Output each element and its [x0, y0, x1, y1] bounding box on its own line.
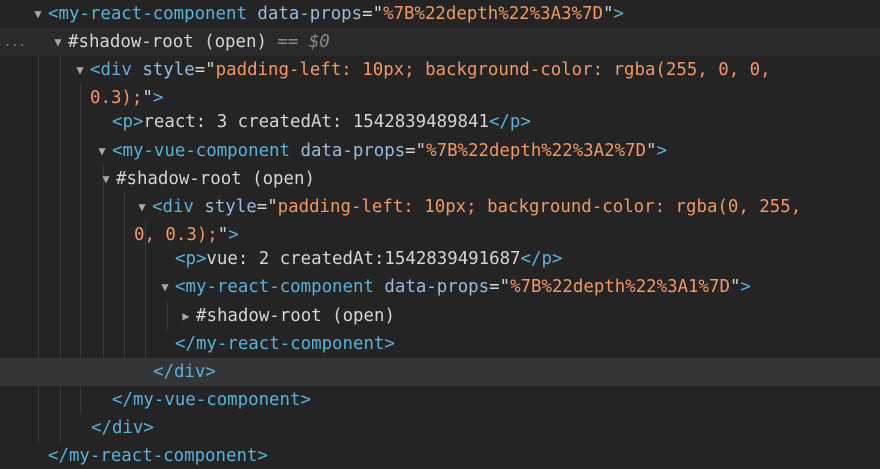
node-markup: <my-vue-component data-props="%7B%22dept…	[112, 137, 667, 165]
attribute-name: data-props	[373, 277, 490, 297]
dom-node-row[interactable]: <p>react: 3 createdAt: 1542839489841</p>	[0, 108, 880, 136]
tag-token: >	[228, 225, 239, 245]
node-markup: </div>	[153, 358, 216, 386]
attribute-name: style	[131, 60, 195, 80]
dom-node-row[interactable]: </my-react-component>	[0, 330, 880, 358]
caret-down-icon[interactable]: ▼	[51, 28, 65, 56]
node-actions-ellipsis-icon[interactable]: ...	[4, 28, 26, 56]
attribute-value: 0.3);	[90, 88, 143, 108]
punctuation: ="	[405, 141, 427, 161]
node-markup: <p>vue: 2 createdAt:1542839491687</p>	[175, 245, 562, 273]
node-markup: </div>	[91, 414, 154, 442]
dom-node-row[interactable]: ▼ <my-react-component data-props="%7B%22d…	[0, 0, 880, 28]
caret-down-icon[interactable]: ▼	[158, 273, 172, 301]
dom-node-row[interactable]: </div>	[0, 358, 880, 386]
punctuation: ="	[489, 277, 511, 297]
caret-down-icon[interactable]: ▼	[99, 165, 113, 193]
node-markup: <my-react-component data-props="%7B%22de…	[48, 0, 624, 28]
text-node: #shadow-root (open)	[68, 32, 267, 52]
tag-token: <p>	[112, 112, 144, 132]
tag-token: <my-react-component	[175, 277, 374, 297]
punctuation: ="	[194, 60, 216, 80]
node-markup: </my-react-component>	[175, 330, 395, 358]
tag-token: <div	[90, 60, 132, 80]
dom-node-row[interactable]: </my-vue-component>	[0, 386, 880, 414]
dom-node-row[interactable]: </div>	[0, 414, 880, 442]
console-var-reference: $0	[308, 32, 330, 52]
attribute-value: padding-left: 10px; background-color: rg…	[277, 197, 802, 217]
caret-right-icon[interactable]: ▶	[179, 302, 193, 330]
tag-token: </div>	[91, 418, 154, 438]
dom-node-row[interactable]: ▼ <my-vue-component data-props="%7B%22dep…	[0, 137, 880, 165]
punctuation: ="	[256, 197, 278, 217]
tag-token: <my-react-component	[48, 4, 247, 24]
tag-token: >	[613, 4, 624, 24]
punctuation: "	[217, 225, 229, 245]
tag-token: <my-vue-component	[112, 141, 290, 161]
tag-token: >	[656, 141, 667, 161]
tag-token: >	[740, 277, 751, 297]
caret-down-icon[interactable]: ▼	[31, 0, 45, 28]
node-markup: #shadow-root (open)	[196, 302, 395, 330]
punctuation: "	[646, 141, 657, 161]
punctuation: ="	[362, 4, 384, 24]
dom-node-row[interactable]: ▼ <my-react-component data-props="%7B%22d…	[0, 273, 880, 301]
caret-down-icon[interactable]: ▼	[95, 137, 109, 165]
node-markup: </my-vue-component>	[112, 386, 311, 414]
elements-tree-panel: ▼ <my-react-component data-props="%7B%22d…	[0, 0, 880, 469]
attribute-name: data-props	[246, 4, 363, 24]
dom-node-row[interactable]: ▼ <div style="padding-left: 10px; backgro…	[0, 56, 880, 84]
dom-node-row[interactable]: </my-react-component>	[0, 442, 880, 469]
attribute-name: data-props	[290, 141, 406, 161]
text-node: #shadow-root (open)	[116, 169, 315, 189]
attribute-value: %7B%22depth%22%3A2%7D	[426, 141, 646, 161]
text-node: vue: 2 createdAt:1542839491687	[206, 249, 521, 269]
tag-token: </my-vue-component>	[112, 390, 311, 410]
node-markup: </my-react-component>	[48, 442, 268, 469]
attribute-value: 0, 0.3);	[134, 225, 218, 245]
attribute-name: style	[193, 197, 257, 217]
tag-token: </p>	[488, 112, 531, 132]
dom-node-row[interactable]: <p>vue: 2 createdAt:1542839491687</p>	[0, 245, 880, 273]
selection-equals: ==	[266, 32, 309, 52]
attribute-value: padding-left: 10px; background-color: rg…	[215, 60, 771, 80]
punctuation: "	[142, 88, 153, 108]
dom-node-row[interactable]: ▼ #shadow-root (open)	[0, 165, 880, 193]
tag-token: >	[152, 88, 164, 108]
dom-node-row[interactable]: ... ▼ #shadow-root (open) == $0	[0, 28, 880, 56]
node-markup: <div style="padding-left: 10px; backgrou…	[90, 56, 771, 84]
node-markup: #shadow-root (open)	[116, 165, 315, 193]
tag-token: </my-react-component>	[175, 334, 395, 354]
punctuation: "	[602, 4, 614, 24]
tag-token: <p>	[175, 249, 207, 269]
caret-down-icon[interactable]: ▼	[73, 56, 87, 84]
dom-node-row[interactable]: ▼ <div style="padding-left: 10px; backgro…	[0, 193, 880, 221]
tag-token: </p>	[520, 249, 563, 269]
punctuation: "	[729, 277, 741, 297]
tag-token: </my-react-component>	[48, 446, 268, 466]
caret-down-icon[interactable]: ▼	[135, 193, 149, 221]
tag-token: </div>	[153, 362, 216, 382]
dom-node-row[interactable]: ▶ #shadow-root (open)	[0, 302, 880, 330]
text-node: #shadow-root (open)	[196, 306, 395, 326]
tag-token: <div	[152, 197, 194, 217]
text-node: react: 3 createdAt: 1542839489841	[143, 112, 489, 132]
attribute-value: %7B%22depth%22%3A1%7D	[510, 277, 730, 297]
node-markup: <p>react: 3 createdAt: 1542839489841</p>	[112, 108, 531, 136]
attribute-value: %7B%22depth%22%3A3%7D	[383, 4, 603, 24]
node-markup: #shadow-root (open) == $0	[68, 28, 330, 56]
node-markup: <div style="padding-left: 10px; backgrou…	[152, 193, 801, 221]
node-markup: <my-react-component data-props="%7B%22de…	[175, 273, 751, 301]
